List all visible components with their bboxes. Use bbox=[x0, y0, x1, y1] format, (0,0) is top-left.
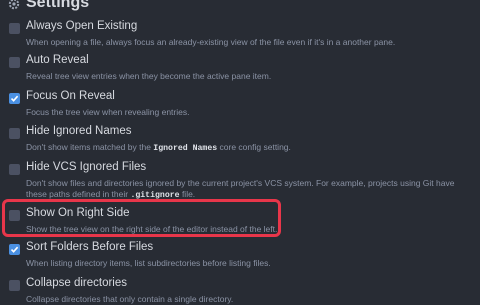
setting-description: Don't show items matched by the Ignored … bbox=[26, 142, 291, 153]
hide-ignored-names-checkbox[interactable] bbox=[9, 128, 20, 139]
setting-title: Always Open Existing bbox=[26, 20, 138, 32]
setting-description: Reveal tree view entries when they becom… bbox=[26, 71, 272, 81]
setting-description: Don't show files and directories ignored… bbox=[26, 178, 455, 200]
settings-header: Settings bbox=[8, 0, 89, 13]
code-ignored-names: Ignored Names bbox=[153, 144, 218, 153]
setting-title: Sort Folders Before Files bbox=[26, 241, 154, 253]
page-title: Settings bbox=[26, 0, 90, 11]
auto-reveal-checkbox[interactable] bbox=[9, 57, 20, 68]
always-open-existing-checkbox[interactable] bbox=[9, 23, 20, 34]
setting-title: Collapse directories bbox=[26, 277, 127, 289]
setting-title: Auto Reveal bbox=[26, 54, 89, 66]
checkmark-icon bbox=[10, 246, 19, 253]
sort-folders-before-files-checkbox[interactable] bbox=[9, 244, 20, 255]
focus-on-reveal-checkbox[interactable] bbox=[9, 93, 20, 104]
setting-description: When opening a file, always focus an alr… bbox=[26, 37, 396, 47]
gear-icon bbox=[8, 0, 20, 10]
setting-description: When listing directory items, list subdi… bbox=[26, 258, 271, 268]
hide-vcs-ignored-files-checkbox[interactable] bbox=[9, 164, 20, 175]
setting-title: Hide Ignored Names bbox=[26, 125, 132, 137]
setting-title: Hide VCS Ignored Files bbox=[26, 161, 147, 173]
collapse-directories-checkbox[interactable] bbox=[9, 280, 20, 291]
checkmark-icon bbox=[10, 95, 19, 102]
setting-description: Focus the tree view when revealing entri… bbox=[26, 107, 190, 117]
setting-title: Focus On Reveal bbox=[26, 90, 115, 102]
highlight-annotation-box bbox=[2, 199, 281, 237]
